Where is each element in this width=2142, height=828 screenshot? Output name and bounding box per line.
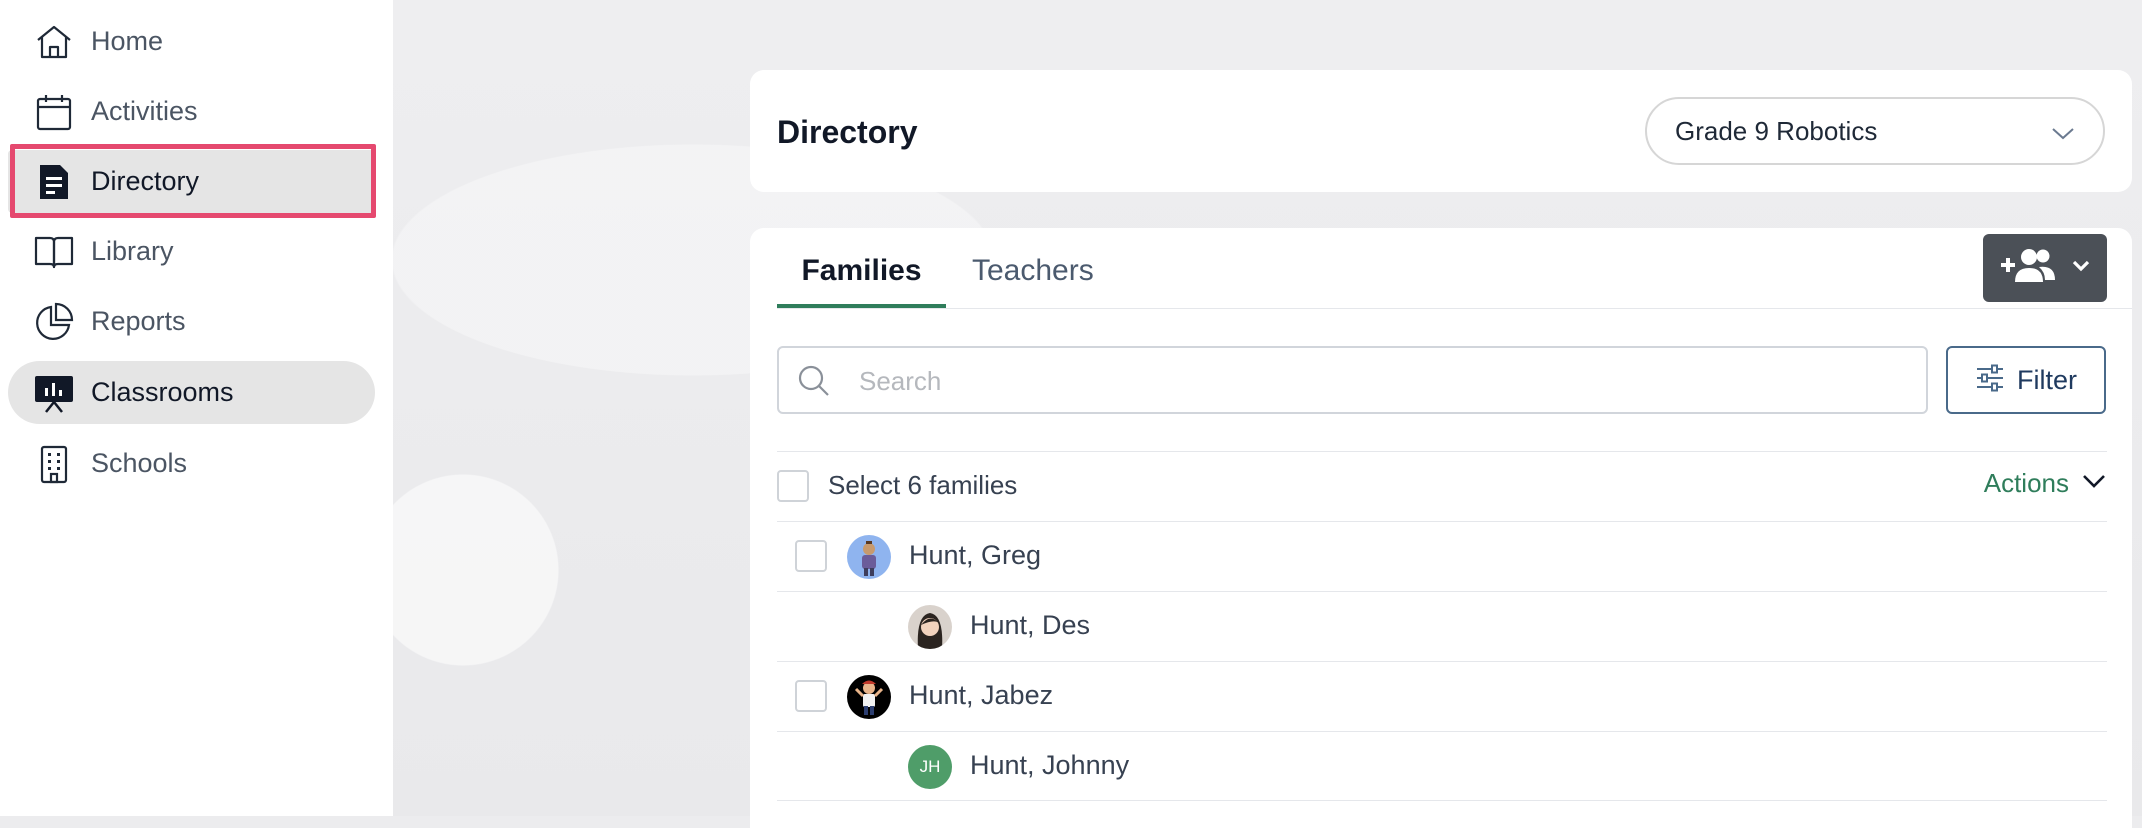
select-all-label: Select 6 families bbox=[828, 470, 1018, 500]
book-icon bbox=[34, 232, 74, 272]
row-checkbox[interactable] bbox=[795, 540, 827, 572]
home-icon bbox=[34, 22, 74, 62]
search-field bbox=[777, 346, 1928, 414]
search-input[interactable] bbox=[857, 360, 1901, 402]
list-item: Hunt, Greg bbox=[777, 521, 2107, 591]
family-name[interactable]: Hunt, Greg bbox=[909, 540, 1041, 571]
member-name[interactable]: Hunt, Johnny bbox=[970, 750, 1129, 781]
sidebar-item-label: Library bbox=[91, 236, 174, 266]
header-card: Directory Grade 9 Robotics bbox=[750, 70, 2132, 192]
avatar-initials: JH bbox=[919, 757, 941, 776]
add-users-icon bbox=[1999, 246, 2057, 291]
row-checkbox[interactable] bbox=[795, 680, 827, 712]
filter-button[interactable]: Filter bbox=[1946, 346, 2106, 414]
directory-card: Families Teachers Filter Select 6 famili… bbox=[750, 228, 2132, 828]
add-family-dropdown-button[interactable] bbox=[1983, 234, 2107, 302]
chevron-down-icon bbox=[2081, 471, 2107, 496]
sidebar-item-label: Directory bbox=[91, 166, 200, 196]
building-icon bbox=[34, 444, 74, 484]
calendar-icon bbox=[34, 92, 74, 132]
filter-label: Filter bbox=[2017, 364, 2077, 395]
actions-label: Actions bbox=[1983, 468, 2069, 498]
sidebar-item-label: Home bbox=[91, 26, 164, 56]
list-item: Hunt, Jabez bbox=[777, 661, 2107, 731]
tab-bar: Families Teachers bbox=[777, 228, 2132, 309]
document-icon bbox=[34, 162, 74, 202]
sidebar-item-label: Classrooms bbox=[91, 377, 234, 407]
member-name[interactable]: Hunt, Des bbox=[970, 610, 1090, 641]
sidebar-item-label: Activities bbox=[91, 96, 198, 126]
pie-chart-icon bbox=[34, 302, 74, 342]
page-title: Directory bbox=[777, 114, 918, 150]
sidebar-item-home[interactable]: Home bbox=[8, 10, 375, 73]
sidebar-item-label: Reports bbox=[91, 306, 186, 336]
presentation-board-icon bbox=[34, 373, 74, 413]
avatar: JH bbox=[908, 745, 952, 789]
classroom-select-value: Grade 9 Robotics bbox=[1675, 115, 1878, 146]
family-name[interactable]: Hunt, Jabez bbox=[909, 680, 1053, 711]
search-icon bbox=[797, 364, 831, 403]
sidebar-item-activities[interactable]: Activities bbox=[8, 80, 375, 143]
sidebar: Home Activities Directory Library Report… bbox=[0, 0, 393, 816]
actions-dropdown[interactable]: Actions bbox=[1984, 468, 2107, 499]
sliders-icon bbox=[1975, 364, 2005, 397]
avatar bbox=[908, 605, 952, 649]
avatar bbox=[847, 675, 891, 719]
chevron-down-icon bbox=[2049, 119, 2077, 152]
sidebar-item-reports[interactable]: Reports bbox=[8, 290, 375, 353]
classroom-select[interactable]: Grade 9 Robotics bbox=[1645, 97, 2105, 165]
tab-families[interactable]: Families bbox=[777, 254, 946, 308]
sidebar-item-schools[interactable]: Schools bbox=[8, 432, 375, 495]
family-list: Select 6 families Actions Hunt, Greg Hun… bbox=[777, 451, 2107, 801]
avatar bbox=[847, 535, 891, 579]
list-item: JH Hunt, Johnny bbox=[777, 731, 2107, 801]
tab-teachers[interactable]: Teachers bbox=[972, 254, 1094, 306]
sidebar-item-classrooms[interactable]: Classrooms bbox=[8, 361, 375, 424]
list-item: Hunt, Des bbox=[777, 591, 2107, 661]
sidebar-item-directory[interactable]: Directory bbox=[8, 150, 375, 213]
select-all-row: Select 6 families Actions bbox=[777, 451, 2107, 521]
sidebar-item-library[interactable]: Library bbox=[8, 220, 375, 283]
sidebar-item-label: Schools bbox=[91, 448, 188, 478]
select-all-checkbox[interactable] bbox=[777, 470, 809, 502]
chevron-down-icon bbox=[2071, 256, 2091, 281]
